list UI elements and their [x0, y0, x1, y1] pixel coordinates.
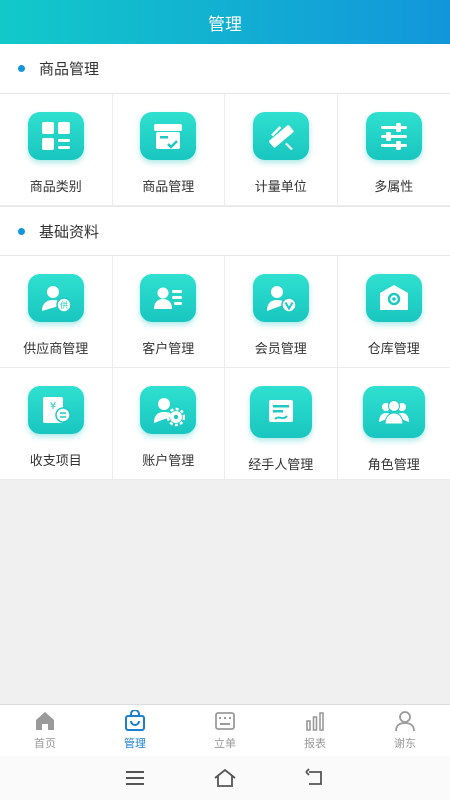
grid-item-label: 角色管理: [367, 458, 420, 473]
home-button[interactable]: [212, 765, 238, 791]
tab-label: 立单: [214, 737, 236, 750]
bullet-dot-icon: [18, 227, 25, 235]
grid-item-label: 客户管理: [142, 342, 195, 357]
grid-item-goods-category[interactable]: 商品类别: [0, 94, 113, 206]
tab-label: 报表: [304, 737, 326, 750]
grid-item-member[interactable]: 会员管理: [225, 256, 338, 368]
keyboard-icon: [215, 712, 235, 730]
grid-item-goods-manage[interactable]: 商品管理: [112, 94, 225, 206]
goods-grid: 商品类别 商品管理 计量单位 多属性: [0, 94, 450, 206]
grid-item-label: 收支项目: [29, 454, 82, 469]
grid-item-customer[interactable]: 客户管理: [112, 256, 225, 368]
house-outline-icon: [214, 768, 236, 787]
section-title: 商品管理: [39, 60, 100, 78]
bullet-dot-icon: [18, 65, 25, 72]
warehouse-icon: [365, 274, 422, 322]
grid-item-multi-attr[interactable]: 多属性: [337, 94, 450, 206]
supplier-icon: 供: [27, 274, 84, 322]
tab-manage[interactable]: 管理: [90, 705, 180, 756]
grid-item-label: 计量单位: [254, 180, 307, 195]
page-title: 管理: [208, 14, 242, 35]
box-check-icon: [140, 112, 197, 160]
grid-item-account[interactable]: 账户管理: [112, 368, 225, 480]
back-arrow-icon: [305, 768, 322, 785]
grid-item-handler[interactable]: 经手人管理: [225, 368, 338, 480]
section-header-basic: 基础资料: [0, 206, 450, 256]
tab-create-order[interactable]: 立单: [180, 705, 270, 756]
section-title: 基础资料: [39, 222, 100, 241]
bottom-tab-bar: 首页 管理 立单 报表 谢东: [0, 704, 450, 756]
tab-label: 谢东: [394, 737, 416, 750]
grid-item-warehouse[interactable]: 仓库管理: [337, 256, 450, 368]
income-expense-icon: ¥: [27, 386, 84, 434]
tab-profile[interactable]: 谢东: [360, 705, 450, 756]
grid-item-label: 商品类别: [29, 180, 82, 195]
section-header-goods: 商品管理: [0, 44, 450, 94]
grid-item-label: 多属性: [374, 180, 414, 195]
account-settings-icon: [140, 386, 197, 434]
grid-item-supplier[interactable]: 供 供应商管理: [0, 256, 113, 368]
member-icon: [252, 274, 309, 322]
tab-label: 首页: [34, 737, 56, 750]
grid-item-income-expense[interactable]: ¥ 收支项目: [0, 368, 113, 480]
sliders-icon: [365, 112, 422, 160]
grid-item-label: 供应商管理: [23, 342, 89, 357]
tab-label: 管理: [124, 737, 146, 750]
customer-card-icon: [140, 274, 197, 322]
tab-report[interactable]: 报表: [270, 705, 360, 756]
grid-item-label: 经手人管理: [248, 458, 314, 473]
role-group-icon: [362, 386, 425, 438]
bag-icon: [125, 710, 145, 731]
ruler-pencil-icon: [252, 112, 309, 160]
svg-text:¥: ¥: [50, 401, 56, 412]
handler-icon: [249, 386, 312, 438]
grid-item-label: 商品管理: [142, 180, 195, 195]
system-nav-bar: [0, 756, 450, 800]
app-header: 管理: [0, 0, 450, 44]
svg-text:供: 供: [60, 300, 68, 310]
user-icon: [395, 711, 415, 732]
back-button[interactable]: [302, 765, 328, 791]
home-icon: [36, 712, 54, 730]
grid-item-role[interactable]: 角色管理: [337, 368, 450, 480]
menu-icon: [126, 771, 144, 785]
basic-grid: 供 供应商管理 客户管理 会员管理 仓库管理 ¥ 收支项目 账户管理 经手人管理…: [0, 256, 450, 480]
grid-item-label: 账户管理: [142, 454, 195, 469]
tab-home[interactable]: 首页: [0, 705, 90, 756]
bar-chart-icon: [306, 712, 324, 731]
grid-item-unit[interactable]: 计量单位: [225, 94, 338, 206]
grid-list-icon: [27, 112, 84, 160]
menu-button[interactable]: [122, 765, 148, 791]
grid-item-label: 会员管理: [254, 342, 307, 357]
grid-item-label: 仓库管理: [367, 342, 420, 357]
